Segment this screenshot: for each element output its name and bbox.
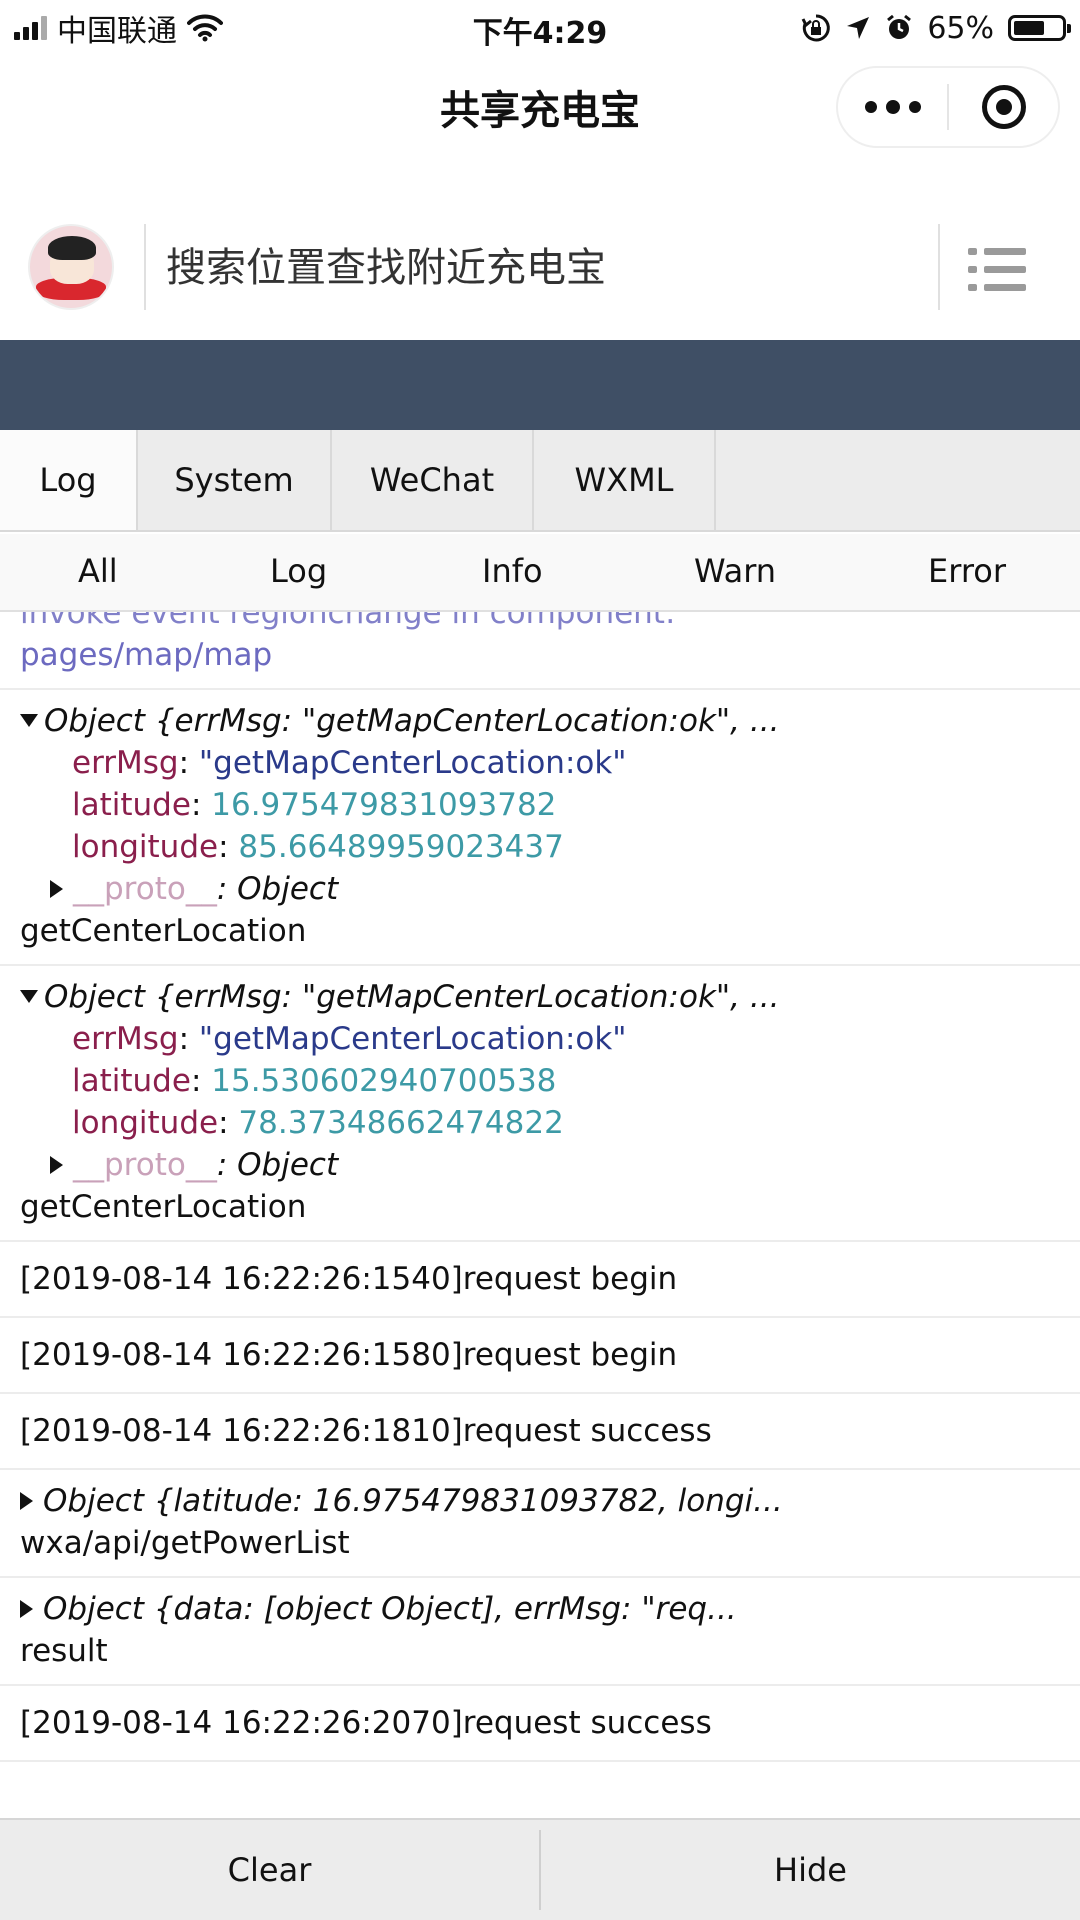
object-field: latitude: 15.530602940700538: [72, 1063, 557, 1099]
log-text: [2019-08-14 16:22:26:1540]request begin: [20, 1261, 678, 1297]
log-entry: [2019-08-14 16:22:26:1580]request begin: [0, 1318, 1080, 1394]
battery-fill: [1014, 21, 1044, 35]
proto-field[interactable]: __proto__: Object: [20, 1144, 1060, 1186]
tab-log[interactable]: Log: [0, 430, 138, 530]
log-text: wxa/api/getPowerList: [20, 1525, 350, 1561]
object-summary[interactable]: Object {data: [object Object], errMsg: "…: [20, 1588, 1060, 1630]
proto-field[interactable]: __proto__: Object: [20, 868, 1060, 910]
search-row: [0, 210, 1080, 330]
object-field: latitude: 16.975479831093782: [72, 787, 557, 823]
object-field: errMsg: "getMapCenterLocation:ok": [72, 745, 627, 781]
log-text: getCenterLocation: [20, 1189, 307, 1225]
filter-all[interactable]: All: [78, 552, 118, 590]
object-field: errMsg: "getMapCenterLocation:ok": [72, 1021, 627, 1057]
expand-triangle-icon: [50, 879, 63, 898]
hide-button[interactable]: Hide: [541, 1820, 1080, 1920]
log-text: getCenterLocation: [20, 913, 307, 949]
status-right: 65%: [801, 8, 1071, 48]
object-field: longitude: 85.66489959023437: [72, 829, 564, 865]
wifi-icon: [187, 14, 223, 42]
collapse-triangle-icon: [20, 990, 38, 1003]
more-dot-icon: [864, 101, 877, 113]
search-divider: [144, 224, 146, 310]
object-summary[interactable]: Object {errMsg: "getMapCenterLocation:ok…: [20, 976, 1060, 1018]
tab-wxml[interactable]: WXML: [534, 430, 716, 530]
log-entry: [2019-08-14 16:22:26:1540]request begin: [0, 1242, 1080, 1318]
mini-program-capsule: [836, 66, 1060, 148]
object-summary[interactable]: Object {latitude: 16.975479831093782, lo…: [20, 1480, 1060, 1522]
log-list[interactable]: invoke event regionchange in component: …: [0, 612, 1080, 1818]
object-summary[interactable]: Object {errMsg: "getMapCenterLocation:ok…: [20, 700, 1060, 742]
log-text: [2019-08-14 16:22:26:2070]request succes…: [20, 1705, 712, 1741]
log-entry: Object {latitude: 16.975479831093782, lo…: [0, 1470, 1080, 1578]
status-bar: 中国联通 下午4:29 65%: [0, 0, 1080, 56]
collapse-triangle-icon: [20, 714, 38, 727]
log-entry: [2019-08-14 16:22:26:1810]request succes…: [0, 1394, 1080, 1470]
alarm-icon: [887, 14, 912, 39]
more-dot-icon: [885, 100, 900, 114]
log-text: pages/map/map: [20, 637, 273, 673]
nav-bar: 共享充电宝: [0, 56, 1080, 156]
console-toolbar: Clear Hide: [0, 1818, 1080, 1920]
close-button[interactable]: [949, 68, 1058, 146]
console-mask[interactable]: [0, 340, 1080, 430]
list-menu-icon[interactable]: [968, 248, 1026, 292]
log-text: result: [20, 1633, 108, 1669]
filter-log[interactable]: Log: [270, 552, 327, 590]
log-entry: Object {data: [object Object], errMsg: "…: [0, 1578, 1080, 1686]
filter-info[interactable]: Info: [482, 552, 543, 590]
more-dot-icon: [908, 101, 921, 113]
filter-error[interactable]: Error: [928, 552, 1006, 590]
status-left: 中国联通: [14, 8, 223, 49]
carrier-label: 中国联通: [57, 14, 177, 49]
location-arrow-icon: [847, 17, 870, 39]
log-entry: Object {errMsg: "getMapCenterLocation:ok…: [0, 690, 1080, 966]
tab-system[interactable]: System: [138, 430, 332, 530]
object-field: longitude: 78.37348662474822: [72, 1105, 564, 1141]
battery-icon: [1008, 15, 1071, 41]
menu-divider: [938, 224, 940, 310]
log-text-cut: invoke event regionchange in component:: [20, 612, 676, 631]
avatar[interactable]: [28, 224, 114, 310]
expand-triangle-icon: [50, 1155, 63, 1174]
rotation-lock-icon: [801, 14, 831, 42]
clear-button[interactable]: Clear: [0, 1820, 539, 1920]
expand-triangle-icon: [20, 1491, 33, 1510]
log-text: [2019-08-14 16:22:26:1580]request begin: [20, 1337, 678, 1373]
filter-warn[interactable]: Warn: [694, 552, 776, 590]
console-tabs: Log System WeChat WXML: [0, 430, 1080, 532]
target-icon: [981, 85, 1026, 129]
tab-wechat[interactable]: WeChat: [332, 430, 534, 530]
more-button[interactable]: [838, 68, 947, 146]
log-entry: [2019-08-14 16:22:26:2070]request succes…: [0, 1686, 1080, 1762]
battery-percent: 65%: [927, 10, 994, 46]
log-entry: Object {errMsg: "getMapCenterLocation:ok…: [0, 966, 1080, 1242]
expand-triangle-icon: [20, 1599, 33, 1618]
log-entry: invoke event regionchange in component: …: [0, 612, 1080, 690]
log-filter-bar: All Log Info Warn Error: [0, 534, 1080, 612]
signal-icon: [14, 16, 47, 40]
log-text: [2019-08-14 16:22:26:1810]request succes…: [20, 1413, 712, 1449]
search-input[interactable]: [166, 240, 906, 296]
